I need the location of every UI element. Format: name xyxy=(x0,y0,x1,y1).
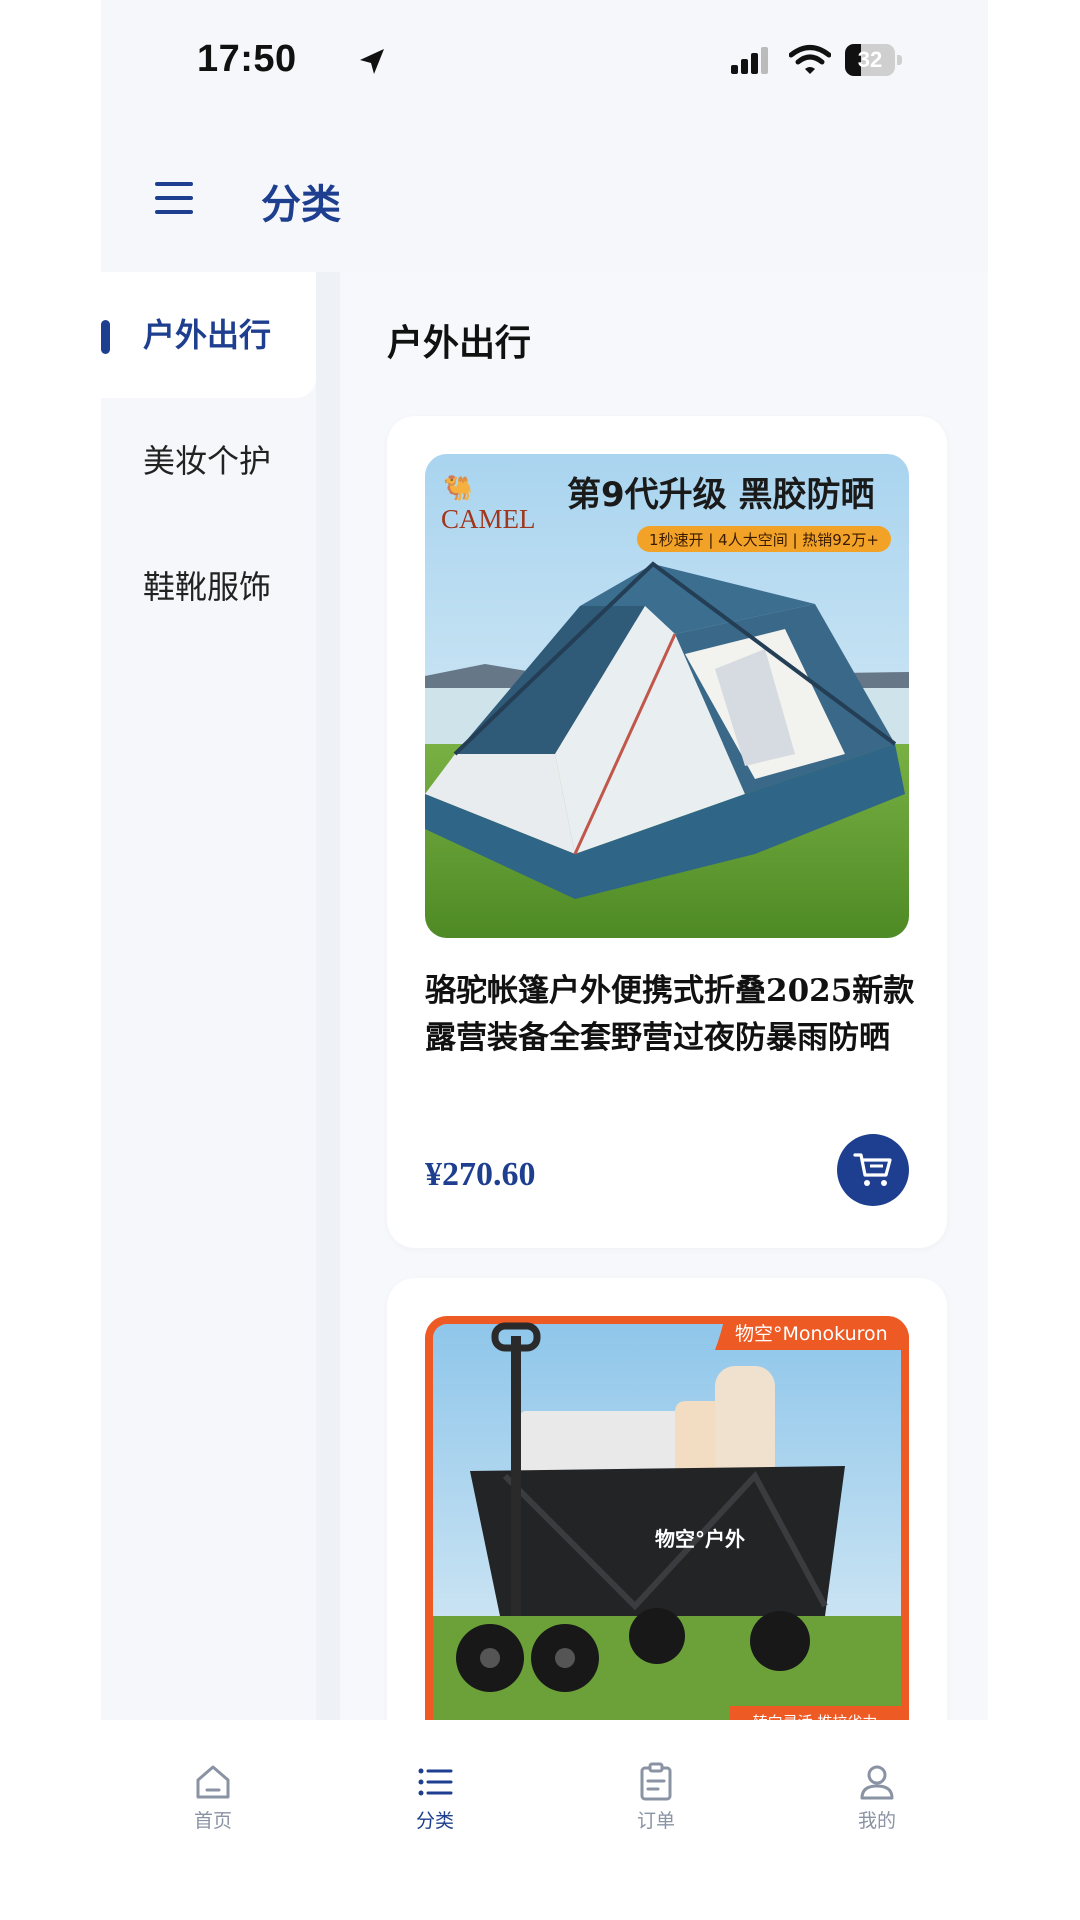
product-price: ¥270.60 xyxy=(425,1156,536,1193)
location-arrow-icon xyxy=(360,49,384,74)
battery-indicator: 32 xyxy=(845,44,903,76)
page-title: 分类 xyxy=(261,182,341,228)
brand-logo-camel: CAMEL xyxy=(441,504,536,534)
sidebar-item-label: 鞋靴服饰 xyxy=(143,568,272,606)
tab-label: 我的 xyxy=(857,1810,896,1832)
add-to-cart-button[interactable] xyxy=(837,1134,909,1206)
tab-label: 分类 xyxy=(415,1810,454,1832)
tab-label: 订单 xyxy=(636,1810,675,1832)
brand-logo-monokuron: 物空°Monokuron xyxy=(735,1323,888,1345)
cellular-signal-icon xyxy=(731,47,768,74)
product-list[interactable]: 户外出行 🐫 CAMEL 第9代升级 黑胶防晒 1秒速开 | 4人大空间 | 热… xyxy=(340,272,988,1798)
status-time: 17:50 xyxy=(197,38,297,80)
battery-percent: 32 xyxy=(857,47,883,72)
product-image-cart[interactable]: 物空°Monokuron 物空°户外 xyxy=(425,1316,909,1736)
hamburger-menu-icon[interactable] xyxy=(151,174,199,222)
sidebar-item-beauty[interactable]: 美妆个护 xyxy=(101,398,316,524)
category-sidebar: 户外出行 美妆个护 鞋靴服饰 xyxy=(101,272,316,1720)
product-name[interactable]: 骆驼帐篷户外便携式折叠2025新款露营装备全套野营过夜防暴雨防晒 xyxy=(425,968,915,1062)
sidebar-item-label: 美妆个护 xyxy=(143,442,272,480)
bottom-tab-bar: 首页 分类 订单 我的 xyxy=(101,1720,988,1920)
active-indicator xyxy=(101,320,110,354)
tab-label: 首页 xyxy=(193,1810,232,1832)
tab-category[interactable]: 分类 xyxy=(375,1762,495,1852)
sidebar-divider xyxy=(316,272,340,1720)
wifi-icon xyxy=(789,45,831,74)
clipboard-icon xyxy=(640,1762,672,1801)
tab-orders[interactable]: 订单 xyxy=(596,1762,716,1852)
banner-tagline: 1秒速开 | 4人大空间 | 热销92万+ xyxy=(649,531,879,549)
svg-text:🐫: 🐫 xyxy=(443,475,473,502)
tab-home[interactable]: 首页 xyxy=(153,1762,273,1852)
user-icon xyxy=(860,1765,894,1800)
sidebar-item-label: 户外出行 xyxy=(143,316,272,354)
product-image-tent[interactable]: 🐫 CAMEL 第9代升级 黑胶防晒 1秒速开 | 4人大空间 | 热销92万+ xyxy=(425,454,909,938)
product-card[interactable]: 🐫 CAMEL 第9代升级 黑胶防晒 1秒速开 | 4人大空间 | 热销92万+… xyxy=(387,416,947,1248)
phone-screen: 17:50 32 分类 户外出行 美妆个护 鞋靴服饰 户外出行 🐫 CAMEL … xyxy=(101,0,988,1920)
list-icon xyxy=(418,1768,453,1796)
shopping-cart-icon xyxy=(853,1153,892,1186)
section-title: 户外出行 xyxy=(387,323,532,364)
banner-headline: 第9代升级 黑胶防晒 xyxy=(567,475,875,515)
sidebar-item-apparel[interactable]: 鞋靴服饰 xyxy=(101,524,316,650)
home-icon xyxy=(196,1765,230,1799)
tab-profile[interactable]: 我的 xyxy=(817,1762,937,1852)
cart-print: 物空°户外 xyxy=(655,1527,745,1551)
sidebar-item-outdoor[interactable]: 户外出行 xyxy=(101,272,316,398)
